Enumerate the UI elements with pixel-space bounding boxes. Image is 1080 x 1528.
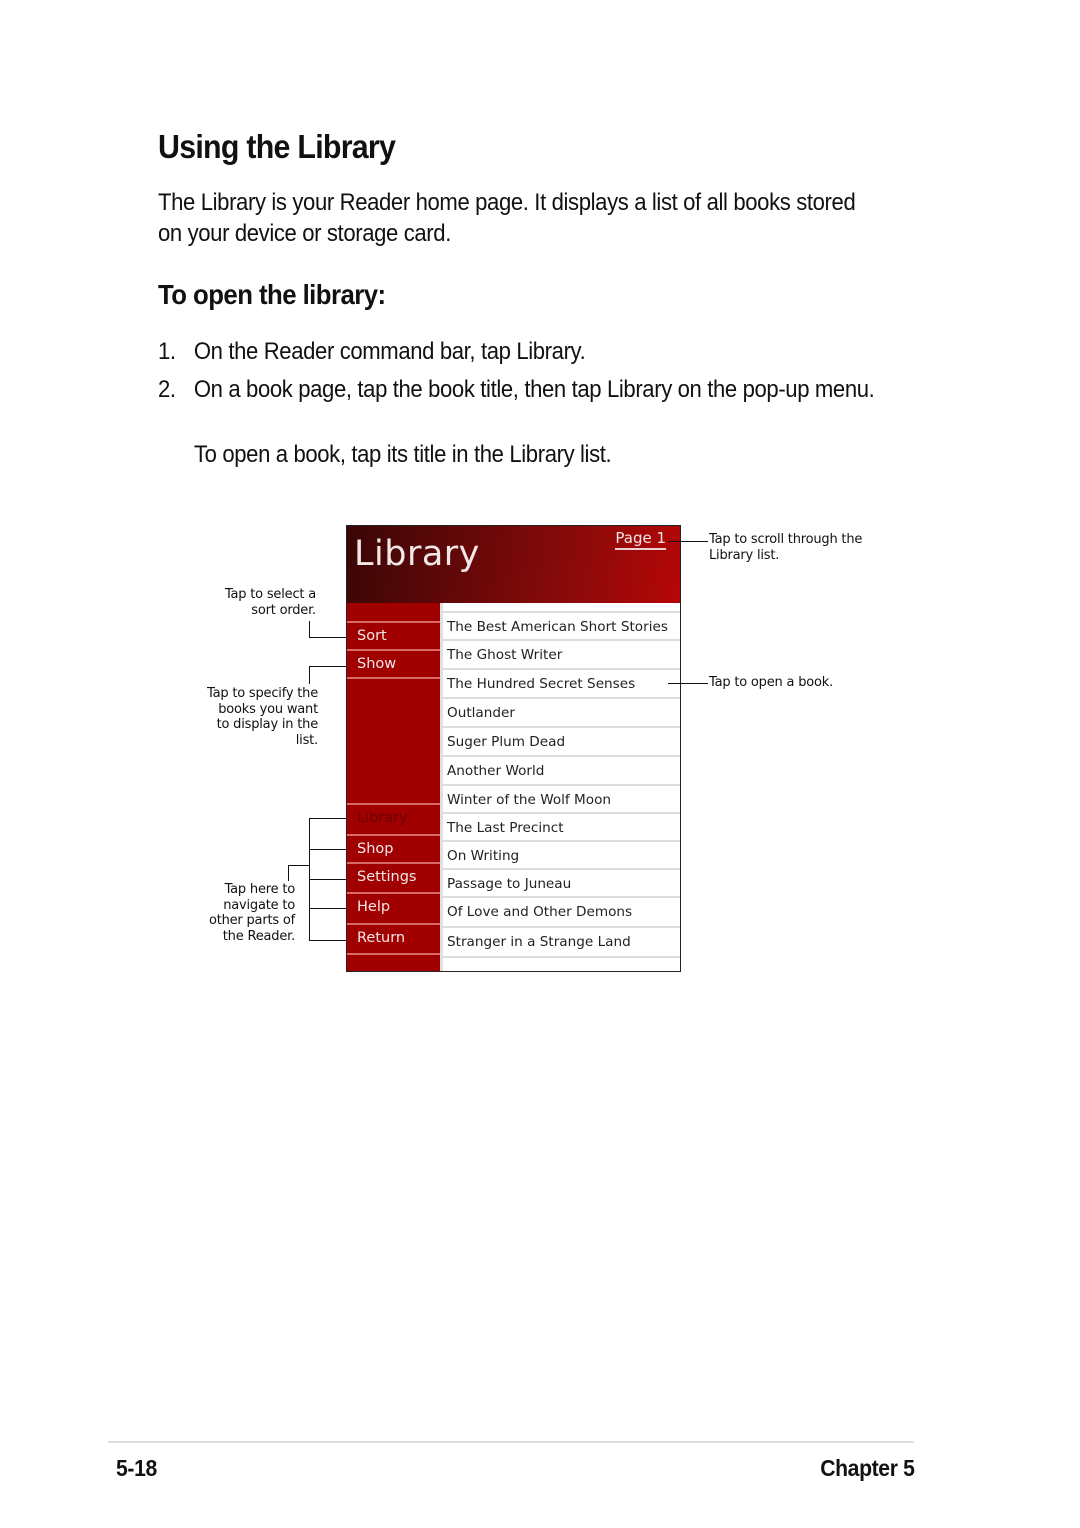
- callout-leader: [309, 879, 347, 880]
- library-screenshot: Library Page 1 Sort Show Library Shop Se…: [346, 525, 681, 972]
- step-item: 2. On a book page, tap the book title, t…: [158, 374, 876, 405]
- callout-leader: [288, 865, 289, 881]
- book-list-end: [443, 956, 680, 971]
- step-number: 2.: [158, 376, 176, 403]
- menu-settings[interactable]: Settings: [347, 862, 440, 889]
- book-item[interactable]: The Ghost Writer: [443, 639, 680, 667]
- book-item[interactable]: On Writing: [443, 840, 680, 868]
- book-item[interactable]: The Best American Short Stories: [443, 611, 680, 639]
- steps-list: 1. On the Reader command bar, tap Librar…: [158, 336, 876, 412]
- library-header: Library Page 1: [347, 526, 680, 603]
- menu-sort[interactable]: Sort: [347, 621, 440, 648]
- book-item[interactable]: Stranger in a Strange Land: [443, 926, 680, 954]
- book-item[interactable]: The Last Precinct: [443, 812, 680, 840]
- book-item[interactable]: Of Love and Other Demons: [443, 896, 680, 924]
- book-list: The Best American Short Stories The Ghos…: [440, 603, 680, 971]
- note-text: To open a book, tap its title in the Lib…: [194, 441, 612, 468]
- book-item[interactable]: Outlander: [443, 697, 680, 725]
- book-item[interactable]: The Hundred Secret Senses: [443, 668, 680, 696]
- callout-leader: [309, 621, 310, 638]
- step-number: 1.: [158, 338, 176, 365]
- callout-navigate: Tap here to navigate to other parts of t…: [208, 882, 295, 944]
- library-title: Library: [354, 534, 480, 574]
- page-link[interactable]: Page 1: [615, 529, 666, 550]
- page-number: 5-18: [116, 1455, 157, 1481]
- book-item[interactable]: Passage to Juneau: [443, 868, 680, 896]
- menu-divider: [347, 953, 440, 955]
- callout-leader: [309, 666, 347, 667]
- chapter-label: Chapter 5: [819, 1455, 915, 1481]
- step-text: On a book page, tap the book title, then…: [193, 376, 875, 403]
- callout-leader: [309, 818, 347, 819]
- book-item[interactable]: Winter of the Wolf Moon: [443, 784, 680, 812]
- menu-library[interactable]: Library: [347, 803, 440, 830]
- callout-leader: [309, 666, 310, 684]
- callout-leader: [668, 683, 708, 684]
- step-item: 1. On the Reader command bar, tap Librar…: [158, 336, 876, 367]
- intro-paragraph: The Library is your Reader home page. It…: [158, 189, 856, 247]
- callout-leader: [309, 637, 347, 638]
- step-text: On the Reader command bar, tap Library.: [193, 338, 586, 365]
- menu-shop[interactable]: Shop: [347, 834, 440, 861]
- page-title: Using the Library: [158, 128, 396, 165]
- command-sidebar: Sort Show Library Shop Settings Help Ret…: [347, 603, 440, 971]
- callout-scroll: Tap to scroll through the Library list.: [709, 532, 863, 563]
- callout-leader: [668, 541, 708, 542]
- menu-divider: [347, 677, 440, 679]
- menu-show[interactable]: Show: [347, 649, 440, 676]
- menu-help[interactable]: Help: [347, 892, 440, 919]
- book-item[interactable]: Suger Plum Dead: [443, 726, 680, 754]
- callout-leader: [309, 940, 347, 941]
- footer-divider: [108, 1441, 914, 1443]
- callout-open-book: Tap to open a book.: [709, 675, 834, 690]
- callout-sort: Tap to select a sort order.: [224, 587, 316, 618]
- callout-leader: [309, 908, 347, 909]
- section-heading: To open the library:: [158, 279, 386, 310]
- book-item[interactable]: Another World: [443, 755, 680, 783]
- callout-show: Tap to specify the books you want to dis…: [206, 686, 318, 748]
- callout-leader: [309, 849, 347, 850]
- menu-return[interactable]: Return: [347, 923, 440, 950]
- callout-leader: [288, 865, 309, 866]
